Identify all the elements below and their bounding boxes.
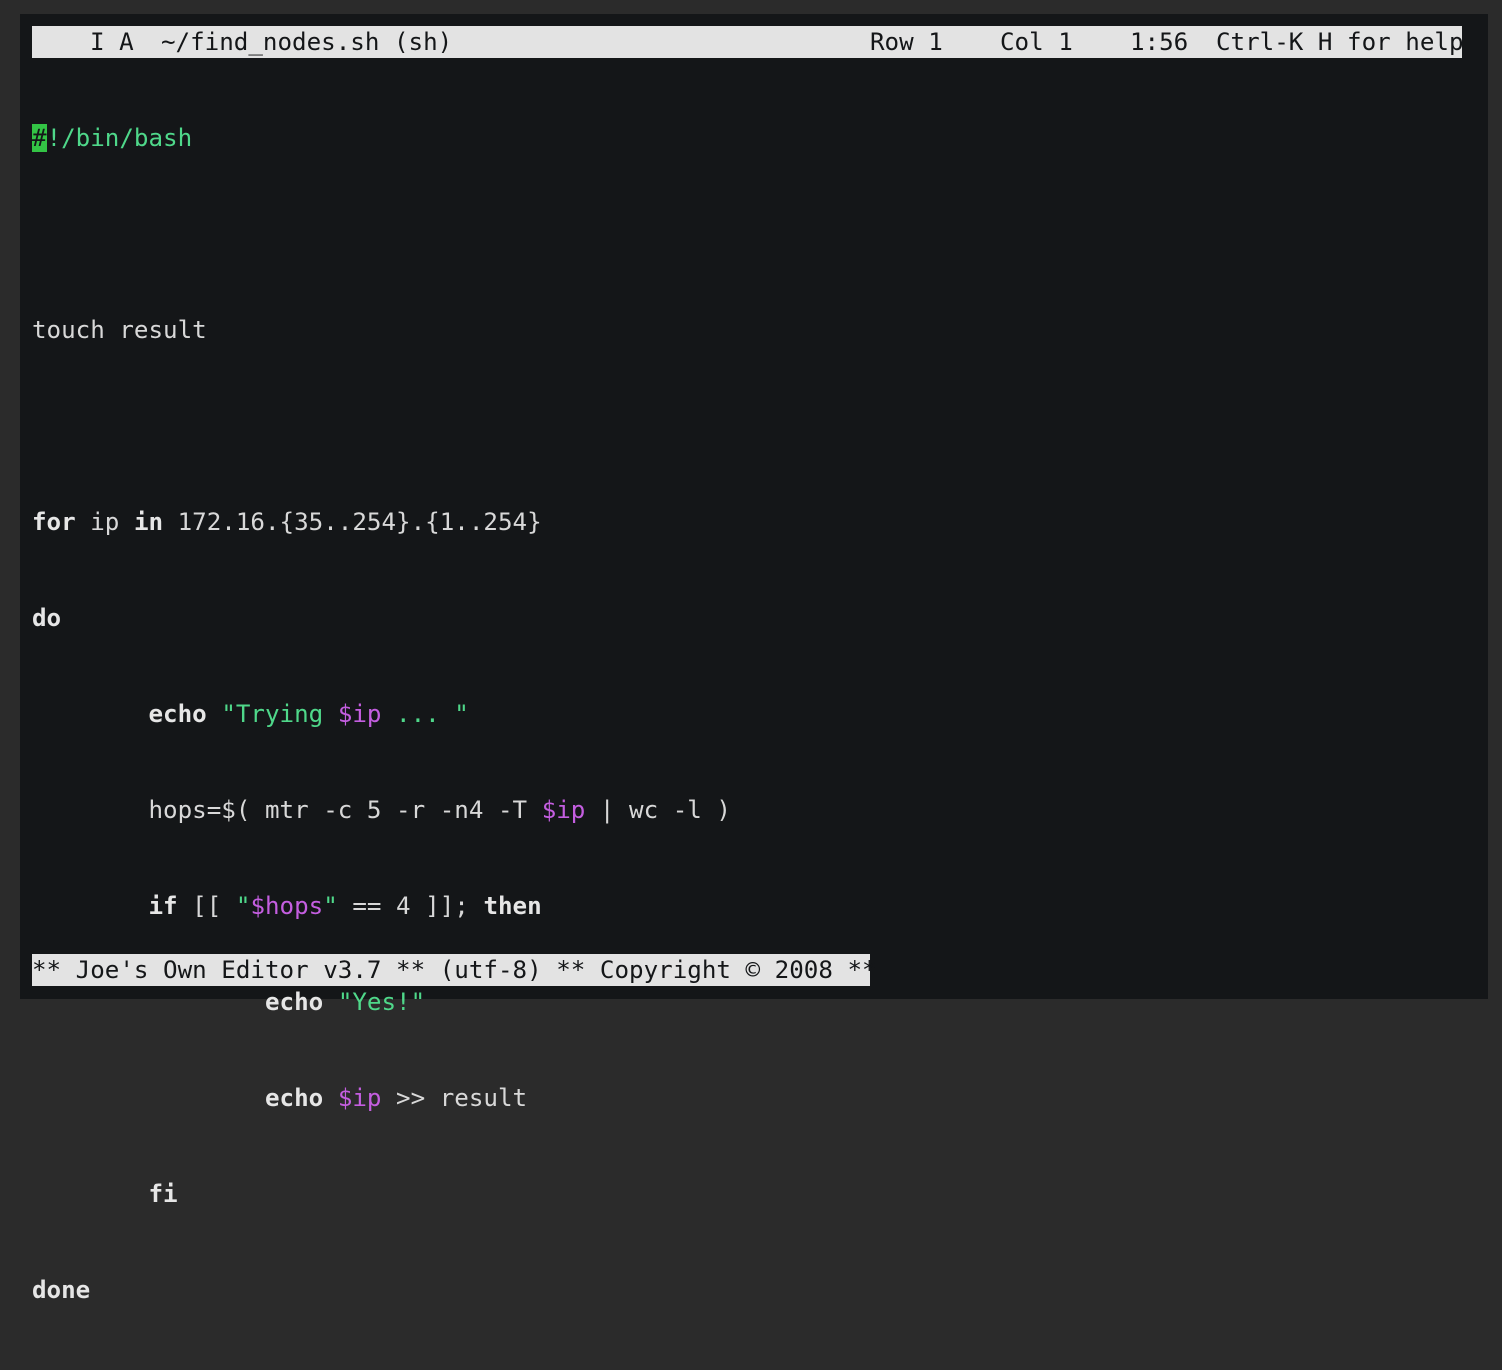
text-cursor: # xyxy=(32,124,47,152)
string: " xyxy=(323,892,338,920)
variable: $hops xyxy=(250,892,324,920)
string: " xyxy=(235,892,251,920)
keyword: echo xyxy=(265,1084,324,1112)
code-text: >> result xyxy=(381,1084,528,1112)
window: I A ~/find_nodes.sh (sh) Row 1 Col 1 1:5… xyxy=(0,0,1502,1304)
keyword: then xyxy=(483,892,542,920)
variable: $ip xyxy=(337,1084,382,1112)
keyword: done xyxy=(32,1276,91,1304)
code-line[interactable]: echo $ip >> result xyxy=(32,1082,1462,1114)
keyword: for xyxy=(32,508,76,536)
code-line[interactable]: echo "Yes!" xyxy=(32,986,1462,1018)
code-text: 172.16.{35..254}.{1..254} xyxy=(163,508,542,536)
code-line[interactable]: for ip in 172.16.{35..254}.{1..254} xyxy=(32,506,1462,538)
code-text: ip xyxy=(75,508,134,536)
col-indicator: Col 1 xyxy=(1000,28,1073,56)
status-bar: I A ~/find_nodes.sh (sh) Row 1 Col 1 1:5… xyxy=(32,26,1464,58)
editor[interactable]: I A ~/find_nodes.sh (sh) Row 1 Col 1 1:5… xyxy=(32,26,1472,1304)
string: "Trying xyxy=(221,700,338,728)
keyword: do xyxy=(32,604,62,632)
code-text: == 4 ]]; xyxy=(337,892,484,920)
variable: $ip xyxy=(337,700,382,728)
help-hint: Ctrl-K H for help xyxy=(1216,28,1464,56)
code-line[interactable] xyxy=(32,410,1462,442)
code-text: [[ xyxy=(177,892,236,920)
row-indicator: Row 1 xyxy=(870,28,943,56)
filename: ~/find_nodes.sh (sh) xyxy=(161,28,453,56)
code-text: hops=$( mtr -c 5 -r -n4 -T xyxy=(148,796,542,824)
string: ... " xyxy=(381,700,469,728)
keyword: fi xyxy=(148,1180,178,1208)
string: "Yes!" xyxy=(337,988,426,1016)
code-line[interactable]: echo "Trying $ip ... " xyxy=(32,698,1462,730)
code-line[interactable]: touch result xyxy=(32,314,1462,346)
keyword: in xyxy=(133,508,164,536)
code-line[interactable]: if [[ "$hops" == 4 ]]; then xyxy=(32,890,1462,922)
keyword: if xyxy=(148,892,178,920)
editor-footer: ** Joe's Own Editor v3.7 ** (utf-8) ** C… xyxy=(32,954,877,986)
keyword: echo xyxy=(148,700,207,728)
code-line[interactable]: done xyxy=(32,1274,1462,1306)
terminal[interactable]: I A ~/find_nodes.sh (sh) Row 1 Col 1 1:5… xyxy=(20,14,1488,1304)
code-text: touch result xyxy=(32,316,207,344)
mode-flags: I A xyxy=(90,28,134,56)
time-indicator: 1:56 xyxy=(1130,28,1189,56)
code-line[interactable]: fi xyxy=(32,1178,1462,1210)
variable: $ip xyxy=(541,796,586,824)
shebang: !/bin/bash xyxy=(46,124,193,152)
code-area[interactable]: #!/bin/bash touch result for ip in 172.1… xyxy=(32,58,1462,1370)
code-line[interactable]: hops=$( mtr -c 5 -r -n4 -T $ip | wc -l ) xyxy=(32,794,1462,826)
code-line[interactable]: do xyxy=(32,602,1462,634)
code-line[interactable]: #!/bin/bash xyxy=(32,122,1462,154)
code-line[interactable] xyxy=(32,218,1462,250)
code-text: | wc -l ) xyxy=(585,796,731,824)
keyword: echo xyxy=(265,988,324,1016)
